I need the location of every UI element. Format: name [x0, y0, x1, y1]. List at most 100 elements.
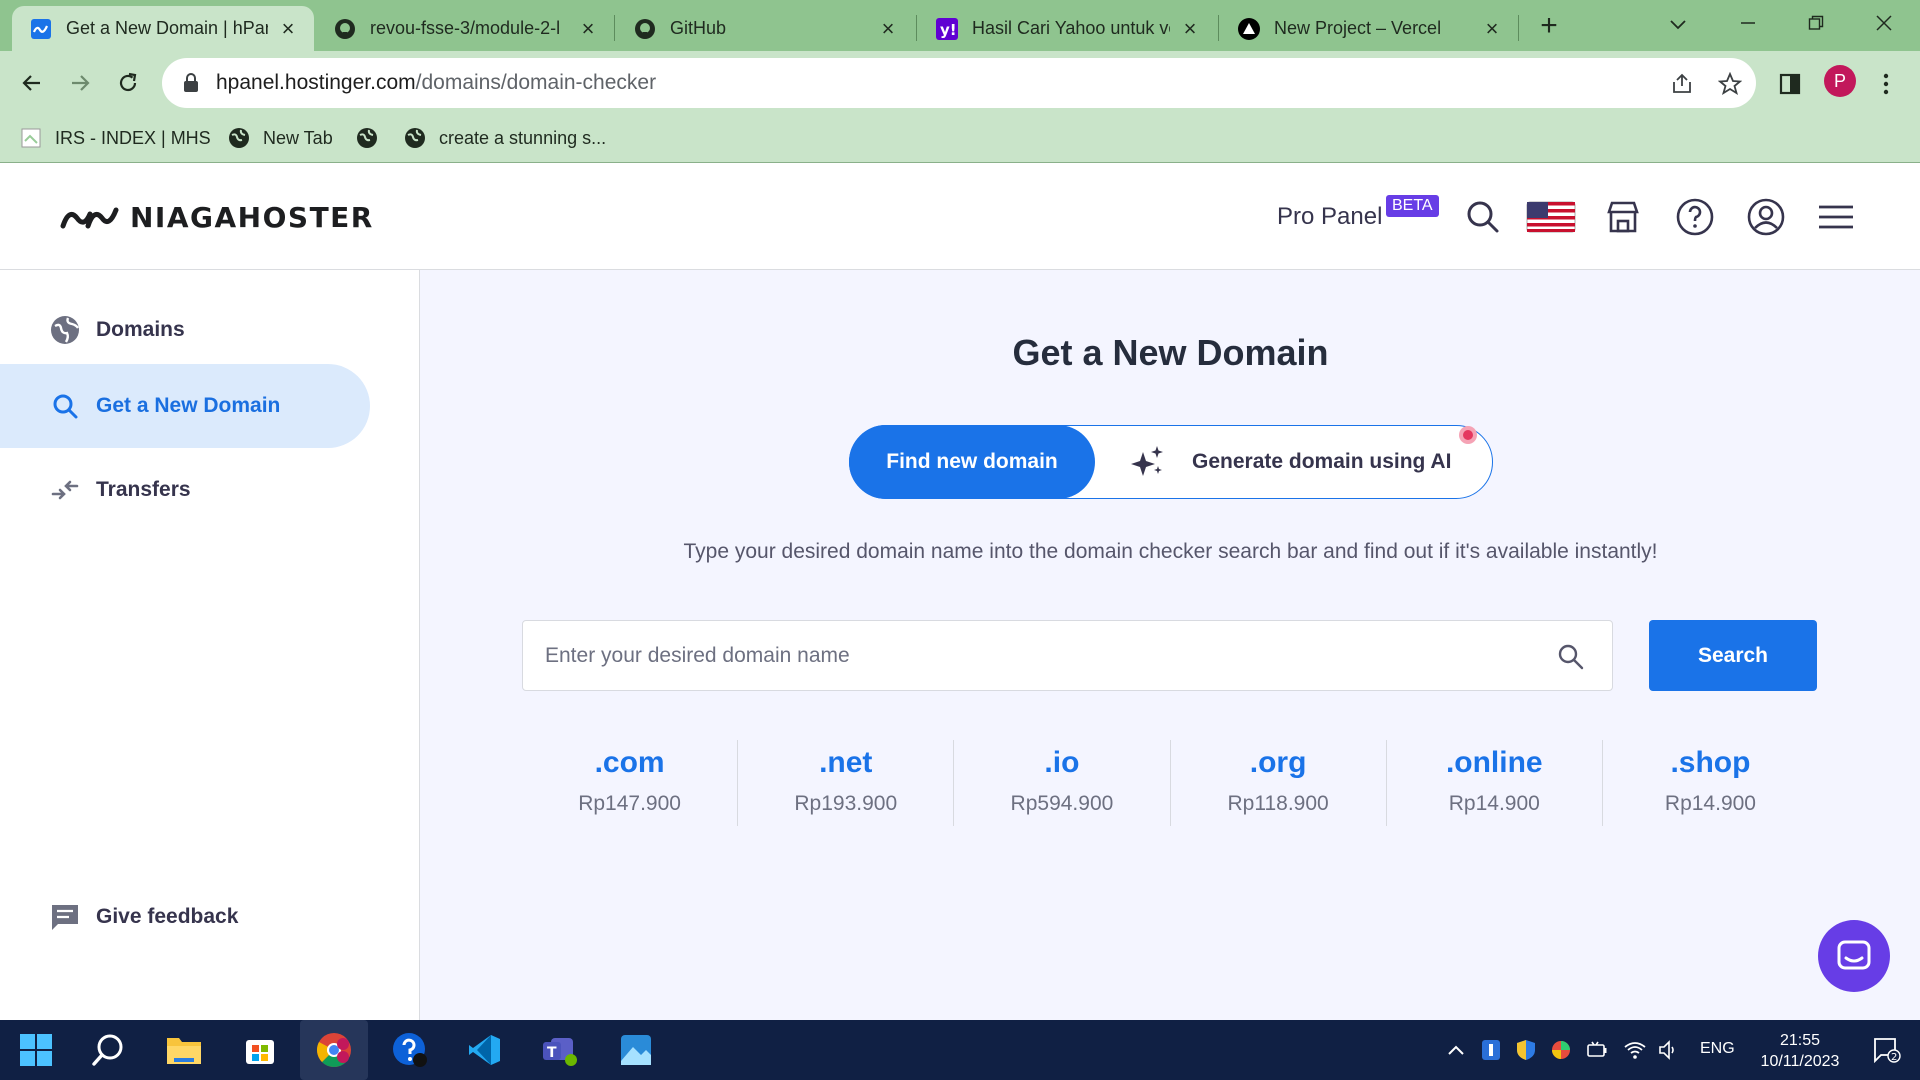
- volume-icon[interactable]: [1658, 1039, 1680, 1061]
- file-explorer-icon[interactable]: [164, 1030, 204, 1070]
- tray-color-icon[interactable]: [1550, 1039, 1572, 1061]
- search-button[interactable]: Search: [1649, 620, 1817, 691]
- restore-button[interactable]: [1786, 6, 1846, 42]
- tray-app-icon[interactable]: [1480, 1039, 1502, 1061]
- close-tab-icon[interactable]: ×: [876, 16, 900, 42]
- profile-avatar[interactable]: P: [1824, 65, 1856, 97]
- system-clock[interactable]: 21:55 10/11/2023: [1752, 1030, 1848, 1072]
- address-bar[interactable]: hpanel.hostinger.com/domains/domain-chec…: [162, 58, 1756, 108]
- account-icon[interactable]: [1746, 197, 1786, 237]
- tld-item-shop[interactable]: .shop Rp14.900: [1603, 740, 1818, 826]
- bookmark-create[interactable]: create a stunning s...: [404, 123, 606, 153]
- us-flag-icon[interactable]: [1526, 197, 1576, 237]
- sidebar-item-domains[interactable]: Domains: [0, 288, 370, 372]
- svg-text:y!: y!: [940, 21, 957, 39]
- sidebar-item-get-new-domain[interactable]: Get a New Domain: [0, 364, 370, 448]
- tab-title: revou-fsse-3/module-2-l: [370, 18, 561, 38]
- share-icon[interactable]: [1670, 72, 1694, 96]
- domain-search-input[interactable]: [523, 621, 1543, 690]
- brand-logo[interactable]: NIAGAHOSTER: [60, 201, 374, 234]
- windows-start-icon[interactable]: [16, 1030, 56, 1070]
- yahoo-icon: y!: [936, 17, 958, 40]
- new-tab-button[interactable]: +: [1528, 8, 1570, 44]
- battery-plug-icon[interactable]: [1586, 1039, 1608, 1061]
- help-icon[interactable]: [1675, 197, 1715, 237]
- security-shield-icon[interactable]: [1515, 1039, 1537, 1061]
- chevron-up-icon[interactable]: [1445, 1039, 1467, 1061]
- help-app-icon[interactable]: [390, 1030, 430, 1070]
- clock-date: 10/11/2023: [1760, 1053, 1840, 1070]
- give-feedback-button[interactable]: Give feedback: [50, 902, 238, 932]
- bookmark-label: create a stunning s...: [439, 127, 607, 148]
- microsoft-store-icon[interactable]: [240, 1030, 280, 1070]
- tab-revou[interactable]: revou-fsse-3/module-2-l ×: [316, 6, 614, 51]
- teams-icon[interactable]: T: [540, 1030, 580, 1070]
- tld-item-org[interactable]: .org Rp118.900: [1171, 740, 1387, 826]
- photos-icon[interactable]: [616, 1030, 656, 1070]
- tab-title: Hasil Cari Yahoo untuk ve: [972, 18, 1170, 38]
- transfer-icon: [50, 475, 80, 505]
- bookmark-untitled[interactable]: [356, 123, 391, 153]
- wifi-icon[interactable]: [1624, 1039, 1646, 1061]
- side-panel-icon[interactable]: [1770, 64, 1810, 104]
- url-text: hpanel.hostinger.com/domains/domain-chec…: [216, 71, 656, 95]
- notification-icon[interactable]: 2: [1873, 1037, 1901, 1063]
- tld-extension: .shop: [1670, 746, 1751, 779]
- tld-price: Rp14.900: [1664, 792, 1756, 815]
- tab-vercel[interactable]: New Project – Vercel ×: [1220, 6, 1518, 51]
- domain-search-box: [522, 620, 1613, 691]
- tab-github[interactable]: GitHub ×: [616, 6, 914, 51]
- generate-domain-ai-tab[interactable]: Generate domain using AI: [1130, 426, 1451, 498]
- page-title: Get a New Domain: [1012, 332, 1329, 373]
- close-tab-icon[interactable]: ×: [576, 16, 600, 42]
- search-icon[interactable]: [1463, 197, 1503, 237]
- bookmarks-bar: IRS - INDEX | MHS New Tab create a stunn…: [0, 113, 1920, 163]
- tab-separator: [614, 15, 615, 41]
- sidebar: Domains Get a New Domain Transfers Give …: [0, 270, 420, 1020]
- tab-search-button[interactable]: [1648, 6, 1708, 42]
- kebab-menu-icon[interactable]: [1866, 64, 1906, 104]
- close-tab-icon[interactable]: ×: [276, 16, 300, 42]
- tld-item-com[interactable]: .com Rp147.900: [522, 740, 739, 826]
- chrome-icon[interactable]: [314, 1030, 354, 1070]
- tab-strip: Get a New Domain | hPanel × revou-fsse-3…: [0, 0, 1920, 51]
- browser-chrome: Get a New Domain | hPanel × revou-fsse-3…: [0, 0, 1920, 163]
- globe-icon: [357, 128, 377, 148]
- bookmark-label: New Tab: [263, 127, 333, 148]
- sidebar-item-label: Domains: [96, 318, 185, 341]
- forward-button[interactable]: [60, 63, 100, 103]
- url-path: /domains/domain-checker: [415, 71, 657, 94]
- site-header: NIAGAHOSTER Pro Panel BETA: [0, 163, 1920, 270]
- page-description: Type your desired domain name into the d…: [683, 540, 1658, 563]
- sidebar-item-label: Transfers: [96, 478, 191, 501]
- tld-extension: .net: [819, 746, 873, 779]
- tld-item-net[interactable]: .net Rp193.900: [738, 740, 955, 826]
- tab-yahoo[interactable]: y! Hasil Cari Yahoo untuk ve ×: [918, 6, 1216, 51]
- bookmark-label: IRS - INDEX | MHS: [55, 127, 211, 148]
- tld-item-online[interactable]: .online Rp14.900: [1387, 740, 1603, 826]
- back-button[interactable]: [12, 63, 52, 103]
- pro-panel-link[interactable]: Pro Panel: [1277, 203, 1382, 231]
- tld-item-io[interactable]: .io Rp594.900: [954, 740, 1171, 826]
- bookmark-star-icon[interactable]: [1718, 72, 1742, 96]
- tld-price: Rp193.900: [794, 792, 898, 815]
- vscode-icon[interactable]: [464, 1030, 504, 1070]
- close-tab-icon[interactable]: ×: [1178, 16, 1202, 42]
- input-language[interactable]: ENG: [1700, 1040, 1735, 1058]
- bookmark-irs[interactable]: IRS - INDEX | MHS: [20, 123, 211, 153]
- tab-title: New Project – Vercel: [1274, 18, 1442, 38]
- tld-price: Rp147.900: [578, 792, 681, 815]
- find-new-domain-tab[interactable]: Find new domain: [849, 425, 1095, 499]
- close-window-button[interactable]: [1854, 6, 1914, 42]
- sidebar-item-transfers[interactable]: Transfers: [0, 448, 370, 532]
- minimize-button[interactable]: [1718, 6, 1778, 42]
- tab-hpanel[interactable]: Get a New Domain | hPanel ×: [12, 6, 314, 51]
- close-tab-icon[interactable]: ×: [1480, 16, 1504, 42]
- reload-button[interactable]: [108, 63, 148, 103]
- hamburger-menu-icon[interactable]: [1816, 197, 1856, 237]
- search-icon[interactable]: [88, 1030, 128, 1070]
- live-chat-button[interactable]: [1818, 920, 1890, 992]
- tld-extension: .online: [1445, 746, 1543, 779]
- bookmark-new-tab[interactable]: New Tab: [228, 123, 333, 153]
- store-icon[interactable]: [1603, 197, 1643, 237]
